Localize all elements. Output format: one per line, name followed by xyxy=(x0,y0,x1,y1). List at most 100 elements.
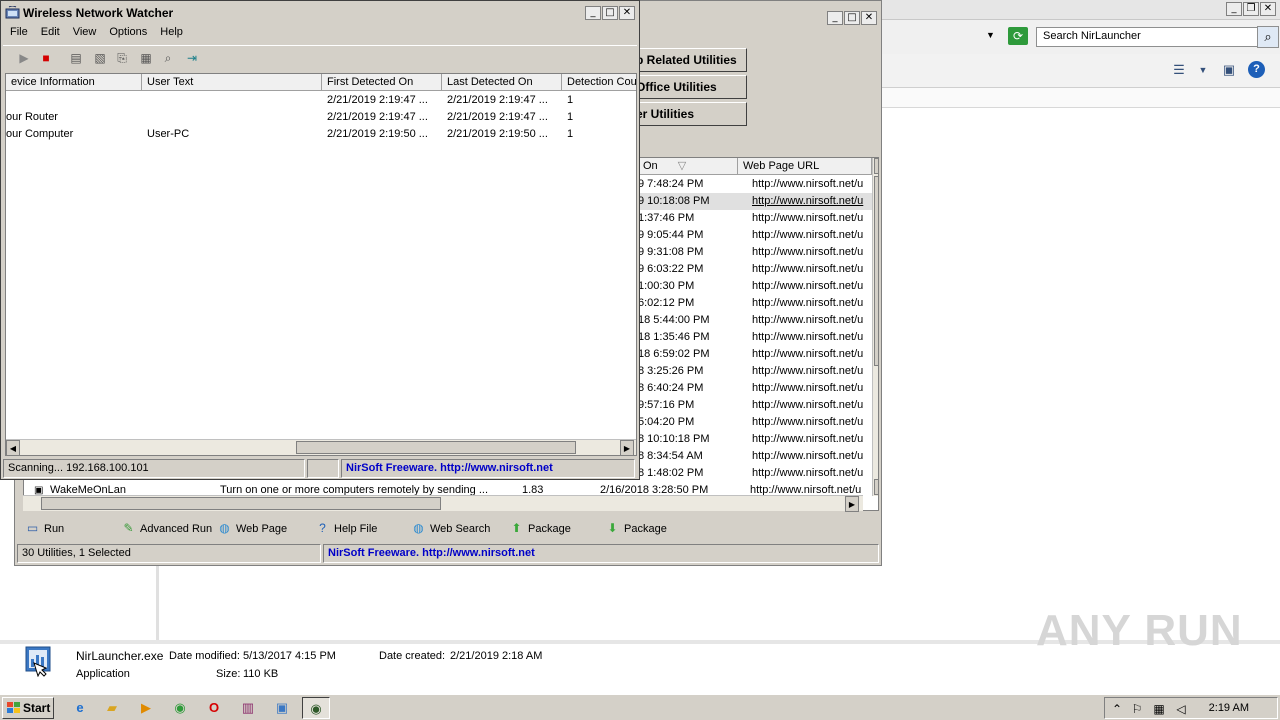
restore-button[interactable]: ❐ xyxy=(1243,2,1259,16)
category-button-related-utilities[interactable]: p Related Utilities xyxy=(625,48,747,72)
scroll-left-icon[interactable]: ◀ xyxy=(6,440,20,455)
column-header-user-text[interactable]: User Text xyxy=(142,74,322,91)
find-icon[interactable]: ⌕ xyxy=(159,49,177,67)
refresh-icon[interactable]: ⟳ xyxy=(1008,27,1028,45)
opera-icon[interactable]: O xyxy=(200,697,228,719)
minimize-button[interactable]: _ xyxy=(1226,2,1242,16)
status-link[interactable]: NirSoft Freeware. http://www.nirsoft.net xyxy=(323,544,879,563)
utility-url: http://www.nirsoft.net/u xyxy=(752,416,864,428)
wireless-network-watcher-icon xyxy=(5,6,20,19)
close-button[interactable]: ✕ xyxy=(1260,2,1276,16)
table-row[interactable]: 1:37:46 PM http://www.nirsoft.net/u xyxy=(638,210,872,227)
close-button[interactable]: ✕ xyxy=(619,6,635,20)
table-row[interactable]: 9 9:31:08 PM http://www.nirsoft.net/u xyxy=(638,244,872,261)
help-file-button[interactable]: ? Help File xyxy=(315,521,377,536)
table-row[interactable]: 18 6:59:02 PM http://www.nirsoft.net/u xyxy=(638,346,872,363)
explorer-titlebar: _ ❐ ✕ xyxy=(880,0,1280,20)
view-options-icon[interactable]: ☰ xyxy=(1170,62,1188,78)
menu-view[interactable]: View xyxy=(66,23,103,43)
show-hidden-icons-icon[interactable]: ⌃ xyxy=(1109,701,1125,717)
minimize-button[interactable]: _ xyxy=(585,6,601,20)
wireless-network-watcher-taskbar-icon[interactable]: ◉ xyxy=(302,697,330,719)
horizontal-scrollbar[interactable]: ◀ ▶ xyxy=(6,439,636,455)
address-dropdown-icon[interactable]: ▼ xyxy=(986,30,995,40)
web-search-button[interactable]: ◍ Web Search xyxy=(411,521,490,536)
maximize-button[interactable]: □ xyxy=(844,11,860,25)
column-header-modified-on[interactable]: On ▽ xyxy=(638,158,738,175)
minimize-button[interactable]: _ xyxy=(827,11,843,25)
scroll-thumb[interactable] xyxy=(874,176,878,366)
category-button-office-utilities[interactable]: Office Utilities xyxy=(625,75,747,99)
volume-icon[interactable]: ◁ xyxy=(1173,701,1189,717)
status-link[interactable]: NirSoft Freeware. http://www.nirsoft.net xyxy=(341,459,635,478)
view-dropdown-icon[interactable]: ▼ xyxy=(1194,62,1212,78)
table-row[interactable]: 9 9:05:44 PM http://www.nirsoft.net/u xyxy=(638,227,872,244)
table-row[interactable]: 9 6:03:22 PM http://www.nirsoft.net/u xyxy=(638,261,872,278)
column-header-web-page-url[interactable]: Web Page URL xyxy=(738,158,872,175)
scroll-up-icon[interactable]: ▲ xyxy=(874,158,878,174)
table-row[interactable]: 5:04:20 PM http://www.nirsoft.net/u xyxy=(638,414,872,431)
table-row[interactable]: our Computer User-PC 2/21/2019 2:19:50 .… xyxy=(6,126,636,143)
chrome-icon[interactable]: ◉ xyxy=(166,697,194,719)
table-row[interactable]: 1:00:30 PM http://www.nirsoft.net/u xyxy=(638,278,872,295)
internet-explorer-icon[interactable]: e xyxy=(66,697,94,719)
column-header-last-detected[interactable]: Last Detected On xyxy=(442,74,562,91)
detection-count: 1 xyxy=(567,128,574,140)
table-row[interactable]: 9 7:48:24 PM http://www.nirsoft.net/u xyxy=(638,176,872,193)
start-button[interactable]: Start xyxy=(2,697,54,719)
copy-icon[interactable]: ⎘ xyxy=(113,49,131,67)
table-row[interactable]: 8 10:10:18 PM http://www.nirsoft.net/u xyxy=(638,431,872,448)
package-down-button[interactable]: ⬇ Package xyxy=(605,521,666,536)
column-header-detection-count[interactable]: Detection Cou xyxy=(562,74,636,91)
save-icon[interactable]: ▧ xyxy=(91,49,109,67)
clock[interactable]: 2:19 AM xyxy=(1209,702,1249,714)
table-row[interactable]: 6:02:12 PM http://www.nirsoft.net/u xyxy=(638,295,872,312)
preview-pane-icon[interactable]: ▣ xyxy=(1220,62,1238,78)
table-row[interactable]: 9 10:18:08 PM http://www.nirsoft.net/u xyxy=(638,193,872,210)
properties-icon[interactable]: ▤ xyxy=(67,49,85,67)
advanced-run-button[interactable]: ✎ Advanced Run xyxy=(121,521,212,536)
table-row[interactable]: 8 8:34:54 AM http://www.nirsoft.net/u xyxy=(638,448,872,465)
vertical-scrollbar[interactable]: ▲ ▼ xyxy=(872,158,878,496)
menu-options[interactable]: Options xyxy=(102,23,153,43)
nirlauncher-taskbar-icon[interactable]: ▣ xyxy=(268,697,296,719)
exit-icon[interactable]: ⇥ xyxy=(183,49,201,67)
menu-edit[interactable]: Edit xyxy=(34,23,66,43)
network-icon[interactable]: ▦ xyxy=(1151,701,1167,717)
horizontal-scrollbar[interactable]: ▶ xyxy=(23,495,863,512)
maximize-button[interactable]: □ xyxy=(602,6,618,20)
winrar-icon[interactable]: ▥ xyxy=(234,697,262,719)
search-input[interactable]: Search NirLauncher xyxy=(1036,27,1258,47)
action-center-flag-icon[interactable]: ⚐ xyxy=(1129,701,1145,717)
help-file-label: Help File xyxy=(334,522,378,535)
search-icon[interactable]: ⌕ xyxy=(1257,26,1279,48)
table-row[interactable]: 2/21/2019 2:19:47 ... 2/21/2019 2:19:47 … xyxy=(6,92,636,109)
table-row[interactable]: 18 1:35:46 PM http://www.nirsoft.net/u xyxy=(638,329,872,346)
scroll-down-icon[interactable]: ▼ xyxy=(874,479,878,495)
html-report-icon[interactable]: ▦ xyxy=(137,49,155,67)
table-row[interactable]: 8 6:40:24 PM http://www.nirsoft.net/u xyxy=(638,380,872,397)
table-row[interactable]: 18 5:44:00 PM http://www.nirsoft.net/u xyxy=(638,312,872,329)
stop-scan-icon[interactable]: ■ xyxy=(37,49,55,67)
package-up-button[interactable]: ⬆ Package xyxy=(509,521,570,536)
run-button[interactable]: ▭ Run xyxy=(25,521,64,536)
column-header-first-detected[interactable]: First Detected On xyxy=(322,74,442,91)
table-row[interactable]: 9:57:16 PM http://www.nirsoft.net/u xyxy=(638,397,872,414)
table-row[interactable]: our Router 2/21/2019 2:19:47 ... 2/21/20… xyxy=(6,109,636,126)
close-button[interactable]: ✕ xyxy=(861,11,877,25)
scroll-thumb[interactable] xyxy=(296,441,576,454)
web-page-button[interactable]: ◍ Web Page xyxy=(217,521,287,536)
menu-file[interactable]: File xyxy=(3,23,34,43)
media-player-icon[interactable]: ▶ xyxy=(132,697,160,719)
table-row[interactable]: 8 3:25:26 PM http://www.nirsoft.net/u xyxy=(638,363,872,380)
table-row[interactable]: 8 1:48:02 PM http://www.nirsoft.net/u xyxy=(638,465,872,482)
column-header-device-information[interactable]: evice Information xyxy=(6,74,142,91)
scroll-thumb[interactable] xyxy=(41,497,441,510)
menu-help[interactable]: Help xyxy=(153,23,189,43)
folder-icon[interactable]: ▰ xyxy=(98,697,126,719)
start-scan-icon[interactable]: ▶ xyxy=(15,49,33,67)
help-icon[interactable]: ? xyxy=(1248,61,1265,78)
scroll-right-icon[interactable]: ▶ xyxy=(620,440,634,455)
scroll-right-icon[interactable]: ▶ xyxy=(845,496,859,512)
category-button-other-utilities[interactable]: er Utilities xyxy=(625,102,747,126)
